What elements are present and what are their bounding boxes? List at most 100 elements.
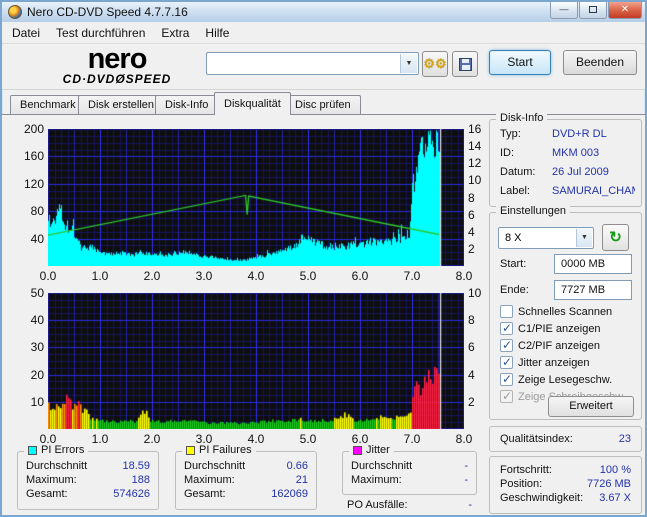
axis-tick-label: 6.0 [348,432,372,446]
checkbox-schnelles-scannen[interactable]: Schnelles Scannen [500,304,612,319]
checkbox-icon [500,305,513,318]
axis-tick-label: 12 [468,156,490,170]
axis-tick-label: 2.0 [140,269,164,283]
axis-tick-label: 0.0 [36,269,60,283]
toolbar: nero CD·DVDØSPEED [0:2] TSSTcorp CD/DVDW… [2,45,645,90]
pi-failures-max: 21 [296,474,308,486]
axis-tick-label: 2 [468,242,490,256]
axis-tick-label: 3.0 [192,432,216,446]
axis-tick-label: 1.0 [88,432,112,446]
axis-tick-label: 7.0 [400,432,424,446]
axis-tick-label: 8 [468,313,490,327]
maximize-icon [589,6,597,13]
progress-box: Fortschritt:100 % Position:7726 MB Gesch… [489,456,642,514]
pi-errors-avg: 18.59 [122,460,150,472]
axis-tick-label: 5.0 [296,269,320,283]
start-label: Start: [500,258,526,270]
quality-index-box: Qualitätsindex:23 [489,426,642,452]
tab-benchmark[interactable]: Benchmark [10,95,86,115]
axis-tick-label: 6 [468,340,490,354]
axis-tick-label: 3.0 [192,269,216,283]
axis-tick-label: 80 [16,204,44,218]
gears-icon: ⚙⚙ [423,56,446,71]
axis-tick-label: 10 [16,395,44,409]
pie-speed-chart [48,129,464,266]
axis-tick-label: 50 [16,286,44,300]
checkbox-c2-pif[interactable]: C2/PIF anzeigen [500,338,600,353]
close-button[interactable]: ✕ [608,2,642,19]
axis-tick-label: 200 [16,122,44,136]
axis-tick-label: 6 [468,208,490,222]
diskqualitaet-page: PI Errors Durchschnitt18.59 Maximum:188 … [2,115,645,515]
disk-info-title: Disk-Info [500,112,543,124]
quit-button[interactable]: Beenden [563,50,637,75]
menu-datei[interactable]: Datei [4,23,48,43]
jitter-avg: - [464,460,468,472]
tab-diskqualitaet[interactable]: Diskqualität [214,92,291,115]
pi-failures-legend-icon [186,446,195,455]
speed-value: 3.67 X [599,492,631,504]
nero-logo: nero CD·DVDØSPEED [32,46,202,86]
axis-tick-label: 10 [468,173,490,187]
axis-tick-label: 16 [468,122,490,136]
tab-disc-pruefen[interactable]: Disc prüfen [285,95,361,115]
save-button[interactable] [452,51,478,77]
start-input[interactable]: 0000 MB [554,254,632,274]
position-value: 7726 MB [587,478,631,490]
axis-tick-label: 40 [16,313,44,327]
menu-test-durchfuehren[interactable]: Test durchführen [48,23,153,43]
tab-disk-erstellen[interactable]: Disk erstellen [78,95,164,115]
settings-box: Einstellungen 8 X ▼ ↻ Start: 0000 MB End… [489,212,642,420]
jitter-box: Jitter Durchschnitt- Maximum:- [342,451,477,495]
quality-index-value: 23 [619,433,631,445]
axis-tick-label: 40 [16,232,44,246]
refresh-button[interactable]: ↻ [602,224,629,251]
menu-bar: Datei Test durchführen Extra Hilfe [2,22,645,44]
axis-tick-label: 4 [468,225,490,239]
axis-tick-label: 4 [468,368,490,382]
refresh-icon: ↻ [609,229,622,246]
disk-info-box: Disk-Info Typ:DVD+R DL ID:MKM 003 Datum:… [489,119,642,207]
menu-hilfe[interactable]: Hilfe [197,23,237,43]
advanced-button[interactable]: Erweitert [548,396,634,417]
axis-tick-label: 8 [468,191,490,205]
axis-tick-label: 5.0 [296,432,320,446]
drive-select[interactable]: [0:2] TSSTcorp CD/DVDW SH-S183A SB03 ▼ [206,52,419,75]
pi-errors-total: 574626 [113,488,150,500]
jitter-legend-icon [353,446,362,455]
axis-tick-label: 8.0 [452,269,476,283]
checkbox-icon [500,390,513,403]
menu-extra[interactable]: Extra [153,23,197,43]
pi-errors-max: 188 [132,474,150,486]
axis-tick-label: 20 [16,368,44,382]
axis-tick-label: 8.0 [452,432,476,446]
axis-tick-label: 4.0 [244,269,268,283]
pi-failures-box: PI Failures Durchschnitt0.66 Maximum:21 … [175,451,317,510]
start-button[interactable]: Start [489,50,551,75]
checkbox-lesegeschw[interactable]: Zeige Lesegeschw. [500,372,612,387]
checkbox-c1-pie[interactable]: C1/PIE anzeigen [500,321,601,336]
save-icon [459,58,472,71]
axis-tick-label: 7.0 [400,269,424,283]
axis-tick-label: 30 [16,340,44,354]
po-failures-row: PO Ausfälle:- [347,499,472,511]
options-button[interactable]: ⚙⚙ [422,51,448,77]
speed-select[interactable]: 8 X ▼ [498,227,594,249]
progress-value: 100 % [600,464,631,476]
window-title: Nero CD-DVD Speed 4.7.7.16 [27,5,188,19]
axis-tick-label: 2.0 [140,432,164,446]
app-window: Nero CD-DVD Speed 4.7.7.16 — ✕ Datei Tes… [0,0,647,517]
axis-tick-label: 0.0 [36,432,60,446]
minimize-button[interactable]: — [550,2,578,19]
checkbox-jitter[interactable]: Jitter anzeigen [500,355,590,370]
pi-errors-legend-icon [28,446,37,455]
chevron-down-icon: ▼ [576,229,592,247]
app-icon [8,5,22,19]
pif-chart [48,293,464,429]
disk-type-value: DVD+R DL [552,128,607,140]
axis-tick-label: 2 [468,395,490,409]
end-input[interactable]: 7727 MB [554,280,632,300]
jitter-max: - [464,474,468,486]
maximize-button[interactable] [579,2,607,19]
tab-disk-info[interactable]: Disk-Info [155,95,218,115]
